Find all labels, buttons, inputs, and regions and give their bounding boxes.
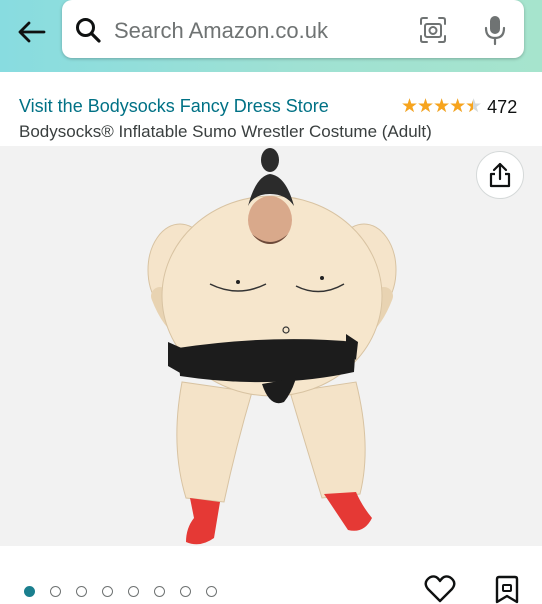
camera-lens-icon[interactable] [418, 15, 448, 45]
store-link[interactable]: Visit the Bodysocks Fancy Dress Store [19, 96, 329, 117]
pagination-dot[interactable] [76, 586, 87, 597]
product-image [147, 148, 397, 545]
store-rating-row: Visit the Bodysocks Fancy Dress Store ★★… [19, 96, 529, 120]
pagination-dot[interactable] [50, 586, 61, 597]
rating-count: 472 [487, 96, 518, 117]
pagination-dot[interactable] [206, 586, 217, 597]
share-icon [489, 162, 511, 188]
top-search-bar [0, 0, 542, 72]
image-pagination [24, 586, 232, 597]
search-icon [76, 18, 101, 43]
pagination-dot[interactable] [128, 586, 139, 597]
back-button[interactable] [12, 14, 50, 50]
arrow-left-icon [18, 21, 46, 43]
microphone-icon[interactable] [480, 13, 510, 47]
product-title: Bodysocks® Inflatable Sumo Wrestler Cost… [19, 122, 432, 141]
pagination-dot[interactable] [24, 586, 35, 597]
rating-summary[interactable]: ★★★★★ ★★★★★ 472 [401, 96, 517, 118]
star-rating: ★★★★★ ★★★★★ [401, 96, 482, 117]
pagination-dot[interactable] [154, 586, 165, 597]
product-image-gallery[interactable] [0, 146, 542, 546]
share-button[interactable] [476, 151, 524, 199]
pagination-dot[interactable] [102, 586, 113, 597]
search-box[interactable] [62, 0, 524, 58]
pagination-dot[interactable] [180, 586, 191, 597]
search-input[interactable] [112, 10, 406, 52]
